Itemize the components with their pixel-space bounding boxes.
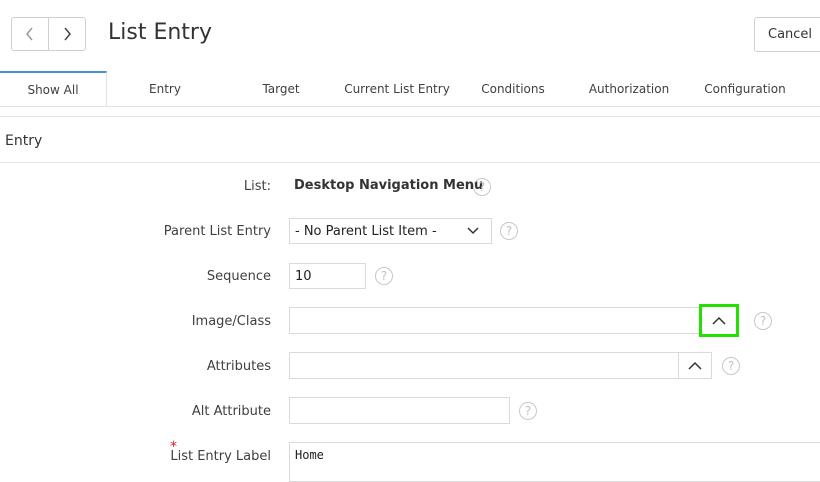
tab-current-list-entry[interactable]: Current List Entry (340, 71, 454, 106)
tab-conditions[interactable]: Conditions (460, 71, 566, 106)
chevron-left-icon (26, 27, 33, 41)
help-icon[interactable]: ? (722, 357, 740, 375)
attributes-picker-button[interactable] (678, 352, 712, 379)
alt-attribute-input[interactable] (289, 397, 510, 424)
help-icon[interactable]: ? (519, 402, 537, 420)
list-label: List: (243, 179, 271, 194)
next-button[interactable] (48, 17, 86, 51)
attributes-label: Attributes (206, 359, 271, 374)
region-title: Entry (5, 133, 43, 149)
parent-list-entry-value: - No Parent List Item - (295, 223, 437, 239)
list-value: Desktop Navigation Menu (294, 178, 484, 193)
cancel-button[interactable]: Cancel (754, 17, 820, 52)
region-divider-top (0, 116, 820, 117)
list-entry-label-textarea[interactable]: Home (289, 442, 820, 482)
alt-attribute-label: Alt Attribute (191, 404, 271, 419)
tab-authorization[interactable]: Authorization (576, 71, 682, 106)
image-class-picker-button[interactable] (699, 304, 739, 337)
tab-bar: Show All Entry Target Current List Entry… (0, 71, 820, 107)
help-icon[interactable]: ? (500, 222, 518, 240)
chevron-up-icon (712, 316, 726, 325)
previous-button[interactable] (11, 17, 49, 51)
sequence-label: Sequence (206, 269, 271, 284)
chevron-up-icon (688, 361, 702, 370)
attributes-input[interactable] (289, 352, 679, 379)
page-title: List Entry (108, 20, 212, 45)
parent-list-entry-select[interactable]: - No Parent List Item - (289, 218, 492, 244)
help-icon[interactable]: ? (375, 267, 393, 285)
chevron-right-icon (64, 27, 71, 41)
image-class-input[interactable] (289, 307, 700, 334)
sequence-input[interactable]: 10 (289, 263, 366, 289)
region-divider-bottom (0, 162, 820, 163)
parent-list-entry-label: Parent List Entry (163, 224, 271, 239)
image-class-label: Image/Class (191, 314, 271, 329)
help-icon[interactable]: ? (473, 178, 491, 196)
chevron-down-icon (467, 227, 479, 235)
tab-configuration[interactable]: Configuration (692, 71, 798, 106)
tab-show-all[interactable]: Show All (0, 71, 107, 106)
help-icon[interactable]: ? (754, 312, 772, 330)
list-entry-label-label: List Entry Label (170, 449, 271, 464)
tab-target[interactable]: Target (228, 71, 334, 106)
tab-entry[interactable]: Entry (112, 71, 218, 106)
